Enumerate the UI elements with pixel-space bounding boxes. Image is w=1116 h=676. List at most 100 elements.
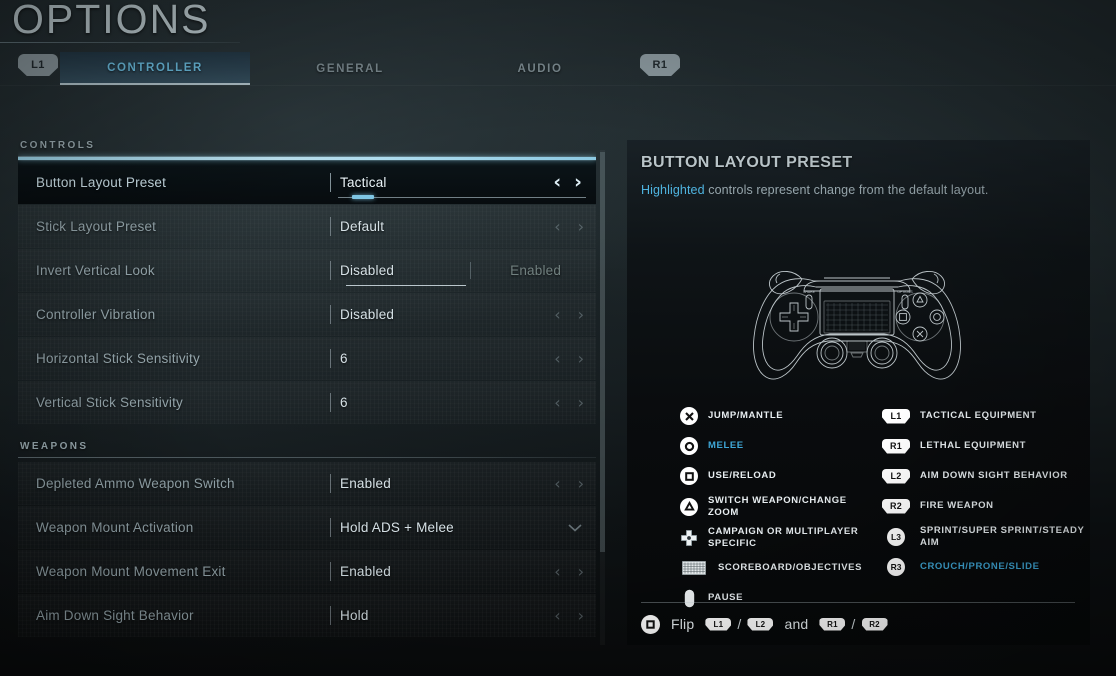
legend-item-lethal-equipment: R1 LETHAL EQUIPMENT [881,435,1096,457]
value-separator [330,562,331,581]
legend-item-use-reload: USE/RELOAD [679,465,869,487]
value-separator [330,474,331,493]
flip-separator-2: / [851,616,856,632]
flip-badge-r2: R2 [861,617,888,631]
square-button-icon [679,466,699,486]
shoulder-badge-label: L2 [882,468,910,484]
stepper-controls: ‹ › [554,381,584,424]
setting-row-horizontal-stick-sensitivity[interactable]: Horizontal Stick Sensitivity 6 ‹ › [18,337,596,380]
flip-badge-l1: L1 [705,617,732,631]
stepper-next-icon[interactable]: › [578,394,584,411]
value-separator [330,261,331,280]
detail-panel-divider [641,602,1075,603]
controller-wireframe-svg: SHARE OPTIONS [753,271,961,380]
setting-row-stick-layout-preset[interactable]: Stick Layout Preset Default ‹ › [18,205,596,248]
stepper-next-icon[interactable]: › [578,563,584,580]
shoulder-badge-label: L1 [882,408,910,424]
legend-label: SCOREBOARD/OBJECTIVES [718,562,863,574]
stepper-prev-icon[interactable]: ‹ [554,563,560,580]
stepper-next-icon[interactable]: › [578,350,584,367]
stepper-prev-icon[interactable]: ‹ [554,394,560,411]
legend-label: FIRE WEAPON [920,500,994,512]
setting-label: Button Layout Preset [36,175,167,190]
value-position-tick [352,195,374,199]
setting-value-selected[interactable]: Disabled [340,263,394,278]
flip-badge-r1: R1 [819,617,846,631]
tab-bar-baseline [0,85,1116,86]
stepper-controls: ‹ › [554,594,584,637]
setting-row-weapon-mount-activation[interactable]: Weapon Mount Activation Hold ADS + Melee [18,506,596,549]
circle-button-icon [679,436,699,456]
page-title: OPTIONS [12,0,211,42]
tab-general[interactable]: GENERAL [270,52,430,85]
controller-diagram: SHARE OPTIONS [732,245,982,395]
stepper-prev-icon[interactable]: ‹ [554,475,560,492]
dual-option-separator [470,262,471,279]
settings-scrollbar-thumb[interactable] [600,152,605,552]
legend-item-fire-weapon: R2 FIRE WEAPON [881,495,1096,517]
legend-label: CROUCH/PRONE/SLIDE [920,561,1040,573]
stepper-prev-icon[interactable]: ‹ [553,173,561,192]
setting-row-aim-down-sight-behavior[interactable]: Aim Down Sight Behavior Hold ‹ › [18,594,596,637]
setting-row-vertical-stick-sensitivity[interactable]: Vertical Stick Sensitivity 6 ‹ › [18,381,596,424]
setting-value: Hold ADS + Melee [340,520,454,535]
setting-value: 6 [340,351,348,366]
stepper-next-icon[interactable]: › [578,306,584,323]
legend-label: SPRINT/SUPER SPRINT/STEADY AIM [920,525,1085,548]
prev-tab-shoulder-badge[interactable]: L1 [18,54,58,76]
flip-hint-bar[interactable]: Flip L1 / L2 and R1 / R2 [641,611,893,637]
stepper-next-icon[interactable]: › [574,173,582,192]
setting-value-alternate[interactable]: Enabled [510,263,561,278]
section-header-controls: CONTROLS [20,140,96,151]
setting-value: Default [340,219,385,234]
setting-value: Enabled [340,476,391,491]
detail-description-highlight: Highlighted [641,183,705,197]
options-screen: OPTIONS L1 CONTROLLER GENERAL AUDIO R1 C… [0,0,1116,676]
tab-controller[interactable]: CONTROLLER [60,52,250,85]
flip-separator-1: / [737,616,742,632]
next-tab-shoulder-badge[interactable]: R1 [640,54,680,76]
stepper-prev-icon[interactable]: ‹ [554,218,560,235]
legend-column-face-buttons: JUMP/MANTLE MELEE USE/RELOAD SWITCH WEAP… [679,405,869,617]
setting-value: Tactical [340,175,387,190]
options-button-icon [679,588,699,608]
stepper-controls: ‹ › [554,337,584,380]
setting-row-button-layout-preset[interactable]: Button Layout Preset Tactical ‹ › [18,157,596,204]
stepper-prev-icon[interactable]: ‹ [554,607,560,624]
stepper-next-icon[interactable]: › [578,218,584,235]
setting-row-weapon-mount-movement-exit[interactable]: Weapon Mount Movement Exit Enabled ‹ › [18,550,596,593]
legend-item-pause: PAUSE [679,587,869,609]
stepper-next-icon[interactable]: › [578,607,584,624]
legend-item-melee: MELEE [679,435,869,457]
value-separator [330,606,331,625]
svg-text:SHARE: SHARE [803,290,815,294]
setting-label: Vertical Stick Sensitivity [36,395,183,410]
setting-label: Controller Vibration [36,307,156,322]
r3-button-icon: R3 [881,557,911,577]
setting-label: Stick Layout Preset [36,219,157,234]
setting-row-invert-vertical-look[interactable]: Invert Vertical Look Disabled Enabled [18,249,596,292]
setting-row-controller-vibration[interactable]: Controller Vibration Disabled ‹ › [18,293,596,336]
legend-label: JUMP/MANTLE [708,410,784,422]
stepper-prev-icon[interactable]: ‹ [554,306,560,323]
value-separator [330,305,331,324]
setting-row-depleted-ammo-weapon-switch[interactable]: Depleted Ammo Weapon Switch Enabled ‹ › [18,462,596,505]
flip-badge-l2: L2 [747,617,774,631]
detail-title: BUTTON LAYOUT PRESET [641,154,853,171]
stepper-next-icon[interactable]: › [578,475,584,492]
detail-description-rest: controls represent change from the defau… [704,183,989,197]
shoulder-badge-label: R2 [882,498,910,514]
square-button-icon [641,614,660,634]
stepper-prev-icon[interactable]: ‹ [554,350,560,367]
svg-text:OPTIONS: OPTIONS [897,290,913,294]
l3-button-icon: L3 [881,527,911,547]
setting-value: Disabled [340,307,395,322]
setting-label: Invert Vertical Look [36,263,155,278]
legend-item-aim-down-sight: L2 AIM DOWN SIGHT BEHAVIOR [881,465,1096,487]
chevron-down-icon[interactable] [567,506,583,549]
setting-value: Hold [340,608,369,623]
tab-audio[interactable]: AUDIO [465,52,615,85]
dpad-icon [679,528,699,548]
cross-button-icon [679,406,699,426]
stepper-controls: ‹ › [554,205,584,248]
